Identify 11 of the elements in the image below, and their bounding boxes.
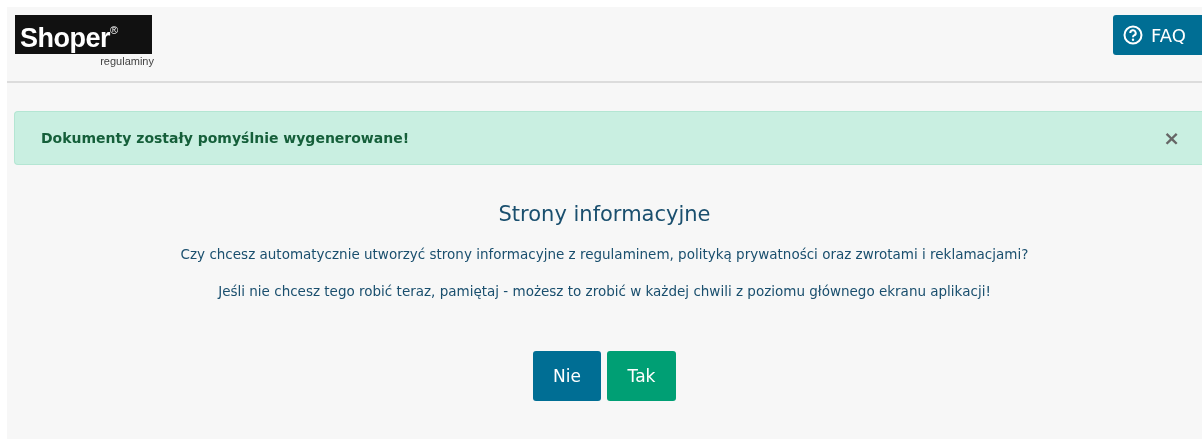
help-icon bbox=[1123, 25, 1143, 45]
dialog-title: Strony informacyjne bbox=[497, 202, 712, 226]
close-button[interactable]: × bbox=[1163, 128, 1180, 148]
dialog-button[interactable]: Nie bbox=[533, 351, 601, 401]
logo-subtitle: regulaminy bbox=[100, 54, 154, 68]
dialog-text: Czy chcesz automatycznie utworzyć strony informacyjne z regulaminem, polityką prywatności oraz zwrotami i reklamacjami? bbox=[179, 246, 1030, 262]
alert-message: Dokumenty zostały pomyślnie wygenerowane! bbox=[41, 130, 410, 146]
faq-button[interactable]: FAQ bbox=[1113, 15, 1202, 55]
dialog-button[interactable]: Tak bbox=[607, 351, 676, 401]
dialog-text: Jeśli nie chcesz tego robić teraz, pamiętaj - możesz to zrobić w każdej chwili z poziomu głównego ekranu aplikacji! bbox=[216, 283, 992, 299]
logo: Shoper$^{®}$ bbox=[15, 15, 152, 54]
